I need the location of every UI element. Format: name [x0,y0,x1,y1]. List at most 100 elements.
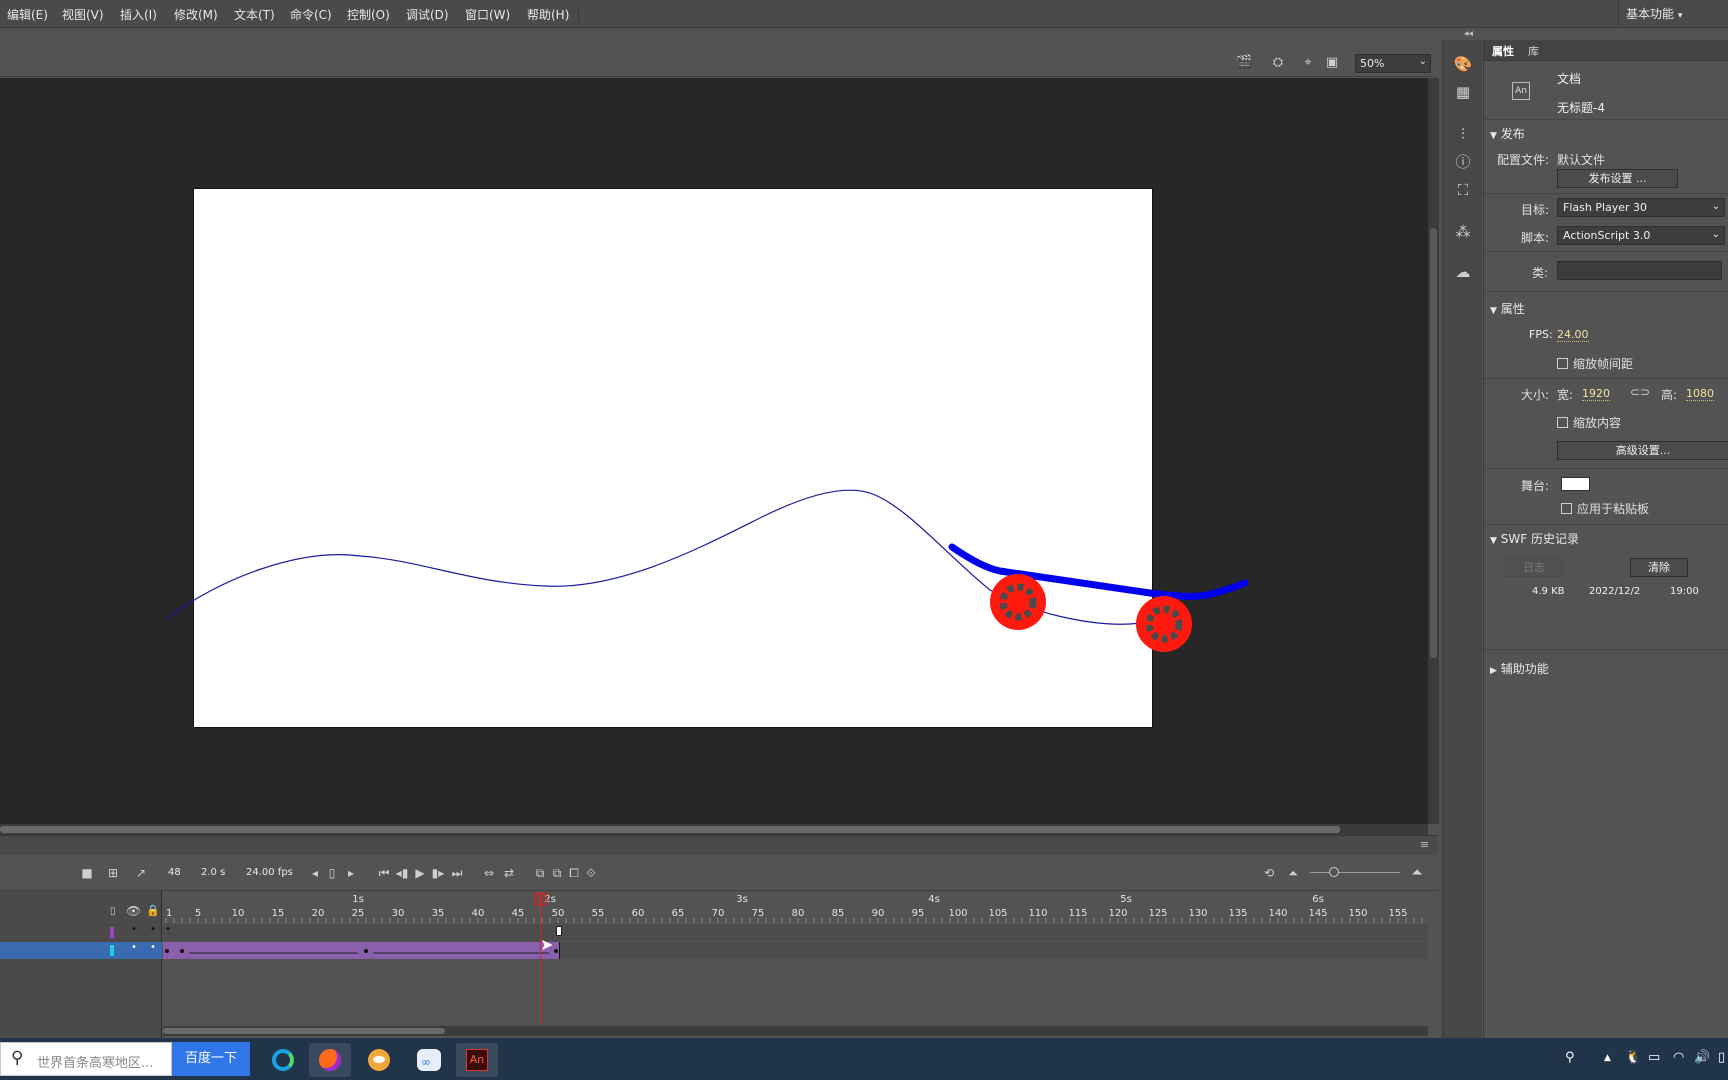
cc-libraries-icon[interactable]: ☁ [1453,262,1473,282]
frames-panel[interactable]: 1 5 10 15 20 25 30 35 40 45 50 55 60 65 70 75 80 85 90 95 10… [163,891,1428,1038]
layer-row-2[interactable]: • • [0,942,162,959]
scroll-thumb[interactable] [1430,228,1437,658]
layer-parenting-icon[interactable]: ⊞ [106,866,120,880]
search-input[interactable]: 世界首条高寒地区... [37,1052,153,1071]
link-icon[interactable]: ⊂⊃ [1630,385,1650,399]
notification-icon[interactable]: ▯ [1718,1050,1725,1065]
zoom-out-icon[interactable]: ⏶ [1286,866,1300,880]
clip-content-icon[interactable]: ▣ [1324,55,1340,71]
stage-vertical-scrollbar[interactable] [1428,78,1439,824]
clapper-icon[interactable]: 🎬 [1236,55,1252,71]
section-swf-history[interactable]: ▼ SWF 历史记录 [1490,530,1579,547]
menu-help[interactable]: 帮助(H) [527,6,569,23]
step-back-icon[interactable]: ◂▮ [395,866,409,880]
reset-zoom-icon[interactable]: ⟲ [1262,866,1276,880]
visibility-dot-icon[interactable]: • [131,942,137,953]
menu-commands[interactable]: 命令(C) [290,6,332,23]
last-frame-icon[interactable]: ⏭ [450,866,464,880]
frame-row-1[interactable]: • [163,924,1428,941]
script-select[interactable]: ActionScript 3.0 ⌄ [1557,226,1725,245]
bird-app-icon[interactable] [358,1043,400,1077]
height-value[interactable]: 1080 [1686,387,1714,401]
outline-column-icon[interactable]: ▯ [110,906,116,917]
tab-properties[interactable]: 属性 [1492,43,1514,59]
menu-modify[interactable]: 修改(M) [174,6,218,23]
section-attributes[interactable]: ▼ 属性 [1490,300,1525,317]
zoom-select[interactable]: 50% ⌄ [1355,54,1431,73]
layer-row-1[interactable]: • • [0,924,162,941]
menu-control[interactable]: 控制(O) [347,6,390,23]
advanced-settings-button[interactable]: 高级设置... [1557,441,1728,460]
search-button[interactable]: 百度一下 [172,1042,250,1076]
clear-button[interactable]: 清除 [1630,558,1688,577]
lock-icon[interactable]: 🔒 [146,904,160,917]
pasteboard[interactable] [0,78,1428,824]
menu-edit[interactable]: 编辑(E) [7,6,48,23]
animate-icon[interactable]: An [456,1043,498,1077]
class-input[interactable] [1557,261,1722,280]
prev-keyframe-icon[interactable]: ◂ [308,866,322,880]
tray-expand-icon[interactable]: ▲ [1604,1053,1611,1063]
playhead-line[interactable] [540,891,541,1024]
front-wheel[interactable] [990,574,1046,630]
scale-spans-checkbox[interactable]: 缩放帧间距 [1557,355,1633,372]
width-value[interactable]: 1920 [1582,387,1610,401]
menu-view[interactable]: 视图(V) [62,6,104,23]
loop-icon[interactable]: ⇔ [482,866,496,880]
log-button[interactable]: 日志 [1505,558,1563,577]
tab-library[interactable]: 库 [1528,43,1539,59]
target-select[interactable]: Flash Player 30 ⌄ [1557,198,1725,217]
insert-keyframe-icon[interactable]: ▯ [325,866,339,880]
fps-readout[interactable]: 24.00 fps [246,867,293,878]
menu-window[interactable]: 窗口(W) [465,6,510,23]
eye-icon[interactable]: 👁 [126,904,141,918]
edge-icon[interactable] [262,1043,304,1077]
section-publish[interactable]: ▼ 发布 [1490,125,1525,142]
graph-icon[interactable]: ↗ [134,866,148,880]
section-accessibility[interactable]: ▶ 辅助功能 [1490,660,1549,677]
baidu-netdisk-icon[interactable]: ∞ [408,1043,450,1077]
lock-dot-icon[interactable]: • [150,924,156,935]
stage-color-swatch[interactable] [1561,477,1590,491]
scale-content-checkbox[interactable]: 缩放内容 [1557,414,1621,431]
scroll-thumb[interactable] [163,1028,445,1034]
firefox-icon[interactable] [309,1043,351,1077]
menu-insert[interactable]: 插入(I) [120,6,157,23]
back-wheel[interactable] [1136,596,1192,652]
center-stage-icon[interactable]: ⌖ [1300,55,1316,71]
first-frame-icon[interactable]: ⏮ [377,866,391,880]
volume-icon[interactable]: 🔊 [1694,1050,1710,1065]
next-keyframe-icon[interactable]: ▸ [344,866,358,880]
current-frame[interactable]: 48 [168,867,181,878]
frame-ruler[interactable]: 1 5 10 15 20 25 30 35 40 45 50 55 60 65 70 75 80 85 90 95 10… [163,891,1428,923]
qq-icon[interactable]: 🐧 [1625,1050,1641,1065]
fps-value[interactable]: 24.00 [1557,328,1589,342]
timeline-scrollbar[interactable] [163,1026,1428,1036]
onion-markers-icon[interactable]: ⧠ [567,866,581,880]
wifi-icon[interactable]: ◠ [1673,1050,1684,1065]
zoom-in-icon[interactable]: ⏶ [1410,866,1424,880]
swatches-icon[interactable]: ▦ [1453,82,1473,102]
menu-debug[interactable]: 调试(D) [406,6,449,23]
search-box[interactable]: ⚲ 世界首条高寒地区... [0,1042,172,1076]
menu-text[interactable]: 文本(T) [234,6,275,23]
visibility-dot-icon[interactable]: • [131,924,137,935]
align-icon[interactable]: ⫶ [1453,124,1473,144]
edit-multiple-icon[interactable]: ⧉ [550,866,564,880]
transform-icon[interactable]: ⛶ [1453,180,1473,200]
publish-settings-button[interactable]: 发布设置 ... [1557,169,1678,188]
zoom-slider-handle[interactable] [1329,867,1339,877]
color-icon[interactable]: 🎨 [1453,54,1473,74]
keyframe-dot-icon[interactable]: • [165,924,171,935]
frame-row-2[interactable] [163,942,1428,959]
scroll-thumb[interactable] [0,826,1340,833]
workspace-switcher[interactable]: 基本功能 ▾ [1626,5,1682,22]
camera-icon[interactable]: ■ [80,866,94,880]
step-forward-icon[interactable]: ▮▸ [431,866,445,880]
stage-horizontal-scrollbar[interactable] [0,824,1428,835]
people-icon[interactable]: ⚲ [1565,1050,1575,1065]
playhead-handle[interactable] [534,893,547,905]
camera-edit-icon[interactable]: ⛭ [1270,55,1286,71]
collapse-panels-icon[interactable]: ◂◂ [1464,29,1473,39]
play-icon[interactable]: ▶ [413,866,427,880]
